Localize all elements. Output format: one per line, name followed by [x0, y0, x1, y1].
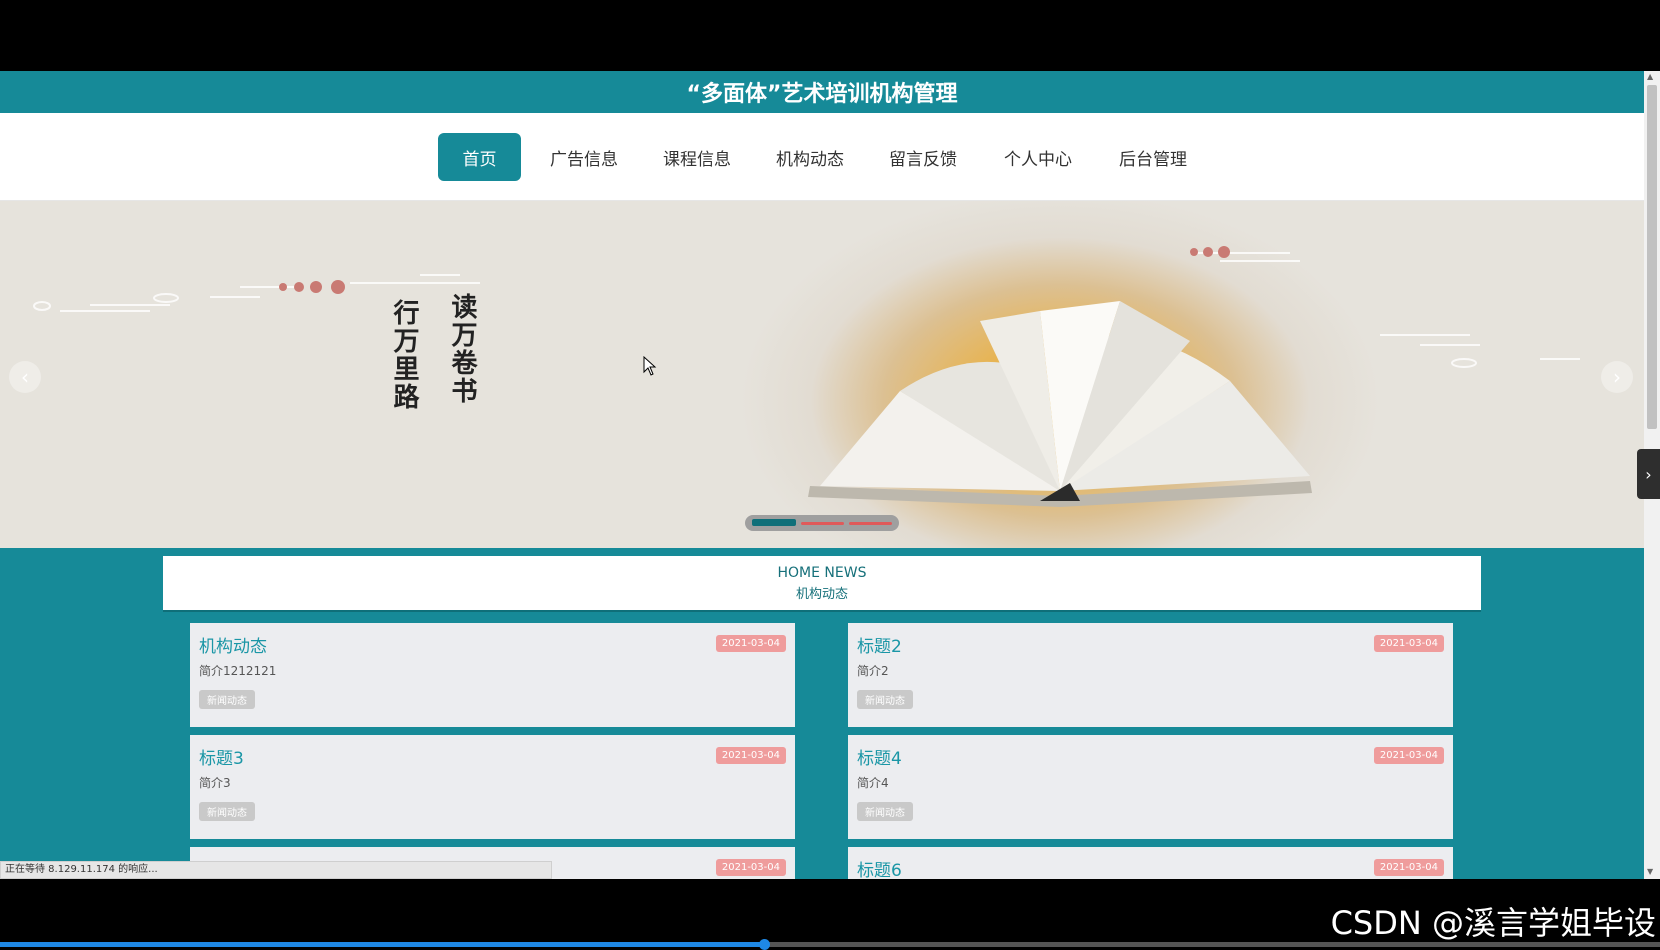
- carousel-prev-button[interactable]: ‹: [9, 361, 41, 393]
- bottom-black-band: CSDN @溪言学姐毕设: [0, 879, 1660, 950]
- news-section: HOME NEWS 机构动态 机构动态 2021-03-04 简介1212121…: [0, 548, 1644, 879]
- news-title-en: HOME NEWS: [777, 565, 867, 581]
- news-card-date: 2021-03-04: [1373, 859, 1444, 876]
- carousel-indicator: [745, 515, 899, 531]
- news-section-header: HOME NEWS 机构动态: [163, 556, 1481, 612]
- nav-item-profile[interactable]: 个人中心: [988, 133, 1088, 181]
- site-title-bar: “多面体”艺术培训机构管理: [0, 71, 1644, 113]
- news-card[interactable]: 标题4 2021-03-04 简介4 新闻动态: [848, 735, 1453, 839]
- news-card-desc: 简介4: [857, 776, 889, 790]
- video-progress-knob[interactable]: [758, 939, 770, 950]
- news-card-desc: 简介3: [199, 776, 231, 790]
- side-expand-tab[interactable]: ›: [1637, 449, 1660, 499]
- scrollbar-thumb[interactable]: [1647, 85, 1657, 429]
- news-card-title[interactable]: 标题6: [857, 856, 902, 879]
- news-card-desc: 简介2: [857, 664, 889, 678]
- news-card[interactable]: 标题2 2021-03-04 简介2 新闻动态: [848, 623, 1453, 727]
- news-card-tag: 新闻动态: [857, 802, 913, 821]
- news-card-title[interactable]: 标题4: [857, 744, 902, 769]
- nav-item-courses[interactable]: 课程信息: [647, 133, 747, 181]
- news-card[interactable]: 标题6 2021-03-04: [848, 847, 1453, 879]
- nav-item-admin[interactable]: 后台管理: [1103, 133, 1203, 181]
- news-card-desc: 简介1212121: [199, 664, 277, 678]
- top-black-band: [0, 0, 1660, 71]
- nav-item-feedback[interactable]: 留言反馈: [873, 133, 973, 181]
- news-card-title[interactable]: 标题3: [199, 744, 244, 769]
- scroll-down-icon[interactable]: ▼: [1647, 867, 1653, 876]
- open-book-illustration: [808, 301, 1312, 507]
- news-card-date: 2021-03-04: [715, 859, 786, 876]
- news-card-tag: 新闻动态: [857, 690, 913, 709]
- carousel-next-button[interactable]: ›: [1601, 361, 1633, 393]
- chevron-right-icon: ›: [1645, 464, 1652, 484]
- poem-line-left: 行万里路: [389, 299, 419, 411]
- video-progress-fill: [0, 942, 764, 947]
- news-card-date: 2021-03-04: [1373, 747, 1444, 764]
- browser-status-bar: 正在等待 8.129.11.174 的响应...: [0, 861, 552, 879]
- nav-item-home[interactable]: 首页: [438, 133, 521, 181]
- main-navbar: 首页 广告信息 课程信息 机构动态 留言反馈 个人中心 后台管理: [0, 113, 1644, 201]
- news-card-title[interactable]: 标题2: [857, 632, 902, 657]
- news-card-date: 2021-03-04: [715, 635, 786, 652]
- banner-decor: [33, 246, 1580, 507]
- news-card-title[interactable]: 机构动态: [199, 632, 267, 657]
- carousel-dot-2[interactable]: [801, 522, 844, 525]
- news-card-date: 2021-03-04: [1373, 635, 1444, 652]
- mouse-cursor-icon: [643, 356, 657, 376]
- nav-item-ads[interactable]: 广告信息: [534, 133, 634, 181]
- carousel-dot-3[interactable]: [849, 522, 892, 525]
- browser-viewport: “多面体”艺术培训机构管理 首页 广告信息 课程信息 机构动态 留言反馈 个人中…: [0, 71, 1660, 879]
- news-card[interactable]: 机构动态 2021-03-04 简介1212121 新闻动态: [190, 623, 795, 727]
- carousel-dot-1[interactable]: [752, 519, 796, 526]
- video-progress-bar[interactable]: [0, 939, 1660, 950]
- site-title: “多面体”艺术培训机构管理: [686, 82, 958, 107]
- news-card-tag: 新闻动态: [199, 802, 255, 821]
- chevron-left-icon: ‹: [21, 365, 29, 389]
- news-card-tag: 新闻动态: [199, 690, 255, 709]
- news-card-date: 2021-03-04: [715, 747, 786, 764]
- news-card[interactable]: 标题3 2021-03-04 简介3 新闻动态: [190, 735, 795, 839]
- csdn-watermark: CSDN @溪言学姐毕设: [1330, 904, 1656, 942]
- banner-carousel[interactable]: 行万里路 读万卷书 ‹ ›: [0, 201, 1644, 548]
- chevron-right-icon: ›: [1613, 365, 1621, 389]
- poem-line-right: 读万卷书: [447, 293, 477, 405]
- scroll-up-icon[interactable]: ▲: [1647, 72, 1653, 81]
- nav-item-news[interactable]: 机构动态: [760, 133, 860, 181]
- news-title-cn: 机构动态: [795, 587, 848, 602]
